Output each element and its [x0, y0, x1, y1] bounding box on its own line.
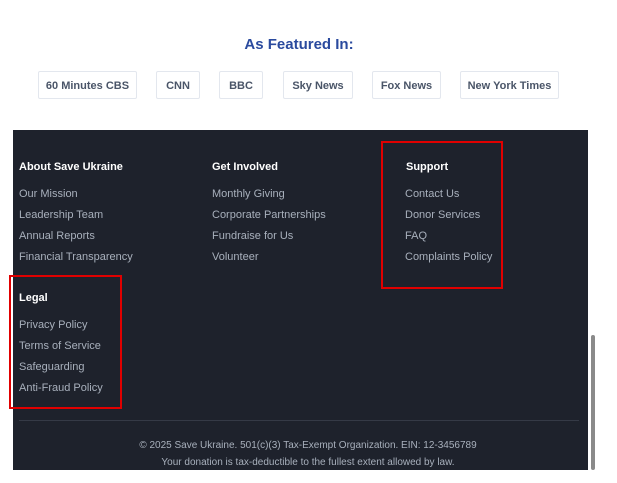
footer-link-annual-reports[interactable]: Annual Reports: [19, 230, 95, 242]
footer-link-corporate-partnerships[interactable]: Corporate Partnerships: [212, 209, 326, 221]
featured-section: As Featured In: 60 Minutes CBS CNN BBC S…: [0, 0, 590, 130]
featured-badge-bbc: BBC: [219, 71, 263, 99]
featured-badge-fox-news: Fox News: [372, 71, 441, 99]
featured-badge-sky-news: Sky News: [283, 71, 353, 99]
footer-link-monthly-giving[interactable]: Monthly Giving: [212, 188, 285, 200]
featured-badge-new-york-times: New York Times: [460, 71, 559, 99]
footer-link-volunteer[interactable]: Volunteer: [212, 251, 258, 263]
footer-copyright: © 2025 Save Ukraine. 501(c)(3) Tax-Exemp…: [139, 440, 477, 451]
legal-highlight-box: [9, 275, 122, 409]
footer-heading-about: About Save Ukraine: [19, 161, 123, 173]
footer-link-our-mission[interactable]: Our Mission: [19, 188, 78, 200]
bottom-margin: [0, 470, 617, 483]
page-scrollbar-thumb[interactable]: [591, 335, 595, 470]
support-highlight-box: [381, 141, 503, 289]
footer-tax-note: Your donation is tax-deductible to the f…: [161, 457, 455, 468]
footer-link-leadership-team[interactable]: Leadership Team: [19, 209, 103, 221]
footer-heading-get-involved: Get Involved: [212, 161, 279, 173]
footer-link-fundraise-for-us[interactable]: Fundraise for Us: [212, 230, 293, 242]
featured-title: As Featured In:: [244, 36, 354, 53]
right-margin: [598, 0, 617, 483]
featured-badge-cnn: CNN: [156, 71, 200, 99]
footer-divider: [19, 420, 579, 421]
footer-link-financial-transparency[interactable]: Financial Transparency: [19, 251, 133, 263]
featured-badge-60-minutes: 60 Minutes CBS: [38, 71, 137, 99]
